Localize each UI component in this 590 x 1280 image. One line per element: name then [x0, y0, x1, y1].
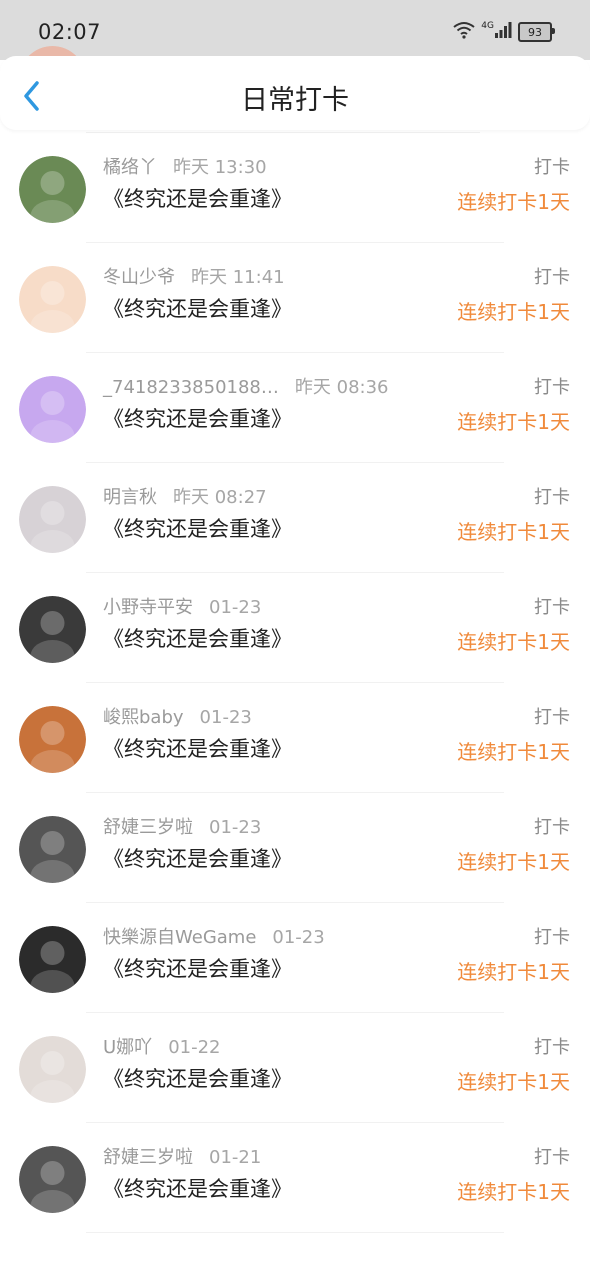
checkin-time: 昨天 08:36 [294, 377, 389, 398]
streak-text: 连续打卡1天 [457, 960, 570, 984]
book-title: 《终究还是会重逢》 [103, 737, 292, 761]
list-item[interactable]: 小野寺平安 01-23 《终究还是会重逢》 打卡 连续打卡1天 [0, 573, 590, 683]
user-meta: 舒婕三岁啦 01-23 [103, 813, 261, 839]
list-item[interactable]: 橘络丫 昨天 13:30 《终究还是会重逢》 打卡 连续打卡1天 [0, 133, 590, 243]
user-name[interactable]: 舒婕三岁啦 [103, 817, 193, 838]
list-item[interactable]: 明言秋 昨天 08:27 《终究还是会重逢》 打卡 连续打卡1天 [0, 463, 590, 573]
user-name[interactable]: 明言秋 [103, 487, 157, 508]
book-title: 《终究还是会重逢》 [103, 407, 292, 431]
streak-text: 连续打卡1天 [457, 410, 570, 434]
list-item[interactable]: 冬山少爷 昨天 11:41 《终究还是会重逢》 打卡 连续打卡1天 [0, 243, 590, 353]
checkin-time: 01-21 [209, 1147, 262, 1168]
avatar[interactable] [19, 816, 86, 883]
avatar[interactable] [19, 1146, 86, 1213]
checkin-label: 打卡 [534, 707, 570, 728]
user-meta: U娜吖 01-22 [103, 1033, 221, 1059]
book-title: 《终究还是会重逢》 [103, 627, 292, 651]
user-name[interactable]: 小野寺平安 [103, 597, 193, 618]
user-name[interactable]: 冬山少爷 [103, 267, 175, 288]
header: 日常打卡 [0, 56, 590, 130]
avatar[interactable] [19, 376, 86, 443]
user-meta: 明言秋 昨天 08:27 [103, 483, 267, 509]
checkin-time: 01-23 [209, 597, 262, 618]
book-title: 《终究还是会重逢》 [103, 847, 292, 871]
checkin-label: 打卡 [534, 157, 570, 178]
list-item[interactable]: 快樂源自WeGame 01-23 《终究还是会重逢》 打卡 连续打卡1天 [0, 903, 590, 1013]
user-name[interactable]: 橘络丫 [103, 157, 157, 178]
checkin-label: 打卡 [534, 817, 570, 838]
user-meta: _7418233850188… 昨天 08:36 [103, 373, 389, 399]
checkin-label: 打卡 [534, 597, 570, 618]
battery-level: 93 [528, 25, 542, 39]
streak-text: 连续打卡1天 [457, 520, 570, 544]
list-item[interactable]: 舒婕三岁啦 01-21 《终究还是会重逢》 打卡 连续打卡1天 [0, 1123, 590, 1233]
checkin-time: 01-23 [209, 817, 262, 838]
checkin-time: 01-23 [199, 707, 252, 728]
user-meta: 小野寺平安 01-23 [103, 593, 261, 619]
checkin-list: 《终究还是会重逢》 连续打卡1天 橘络丫昨天 13:30 《终究还是会重逢》 打… [0, 38, 590, 1233]
streak-text: 连续打卡1天 [457, 850, 570, 874]
streak-text: 连续打卡1天 [457, 1070, 570, 1094]
checkin-label: 打卡 [534, 927, 570, 948]
divider [86, 1232, 504, 1233]
user-meta: 峻熙baby 01-23 [103, 703, 252, 729]
network-label: 4G [481, 21, 494, 31]
avatar[interactable] [19, 266, 86, 333]
streak-text: 连续打卡1天 [457, 190, 570, 214]
user-name[interactable]: 快樂源自WeGame [103, 927, 256, 948]
page-title: 日常打卡 [241, 85, 349, 116]
checkin-time: 昨天 08:27 [173, 487, 267, 508]
checkin-label: 打卡 [534, 267, 570, 288]
list-item[interactable]: 舒婕三岁啦 01-23 《终究还是会重逢》 打卡 连续打卡1天 [0, 793, 590, 903]
checkin-time: 01-22 [168, 1037, 221, 1058]
user-meta: 舒婕三岁啦 01-21 [103, 1143, 261, 1169]
streak-text: 连续打卡1天 [457, 630, 570, 654]
avatar[interactable] [19, 486, 86, 553]
book-title: 《终究还是会重逢》 [103, 957, 292, 981]
checkin-time: 昨天 11:41 [191, 267, 285, 288]
user-name[interactable]: 峻熙baby [103, 707, 184, 728]
book-title: 《终究还是会重逢》 [103, 1067, 292, 1091]
checkin-label: 打卡 [534, 377, 570, 398]
list-item[interactable]: 峻熙baby 01-23 《终究还是会重逢》 打卡 连续打卡1天 [0, 683, 590, 793]
book-title: 《终究还是会重逢》 [103, 1177, 292, 1201]
checkin-label: 打卡 [534, 1037, 570, 1058]
user-name[interactable]: U娜吖 [103, 1037, 152, 1058]
checkin-time: 01-23 [272, 927, 325, 948]
avatar[interactable] [19, 596, 86, 663]
avatar[interactable] [19, 926, 86, 993]
avatar[interactable] [19, 1036, 86, 1103]
streak-text: 连续打卡1天 [457, 300, 570, 324]
checkin-label: 打卡 [534, 487, 570, 508]
user-meta: 快樂源自WeGame 01-23 [103, 923, 325, 949]
streak-text: 连续打卡1天 [457, 1180, 570, 1204]
user-meta: 冬山少爷 昨天 11:41 [103, 263, 285, 289]
user-name[interactable]: 舒婕三岁啦 [103, 1147, 193, 1168]
streak-text: 连续打卡1天 [457, 740, 570, 764]
avatar[interactable] [19, 156, 86, 223]
checkin-time: 昨天 13:30 [173, 157, 267, 178]
user-meta: 橘络丫 昨天 13:30 [103, 153, 267, 179]
list-item[interactable]: U娜吖 01-22 《终究还是会重逢》 打卡 连续打卡1天 [0, 1013, 590, 1123]
checkin-label: 打卡 [534, 1147, 570, 1168]
avatar[interactable] [19, 706, 86, 773]
book-title: 《终究还是会重逢》 [103, 187, 292, 211]
list-item[interactable]: _7418233850188… 昨天 08:36 《终究还是会重逢》 打卡 连续打… [0, 353, 590, 463]
book-title: 《终究还是会重逢》 [103, 297, 292, 321]
book-title: 《终究还是会重逢》 [103, 517, 292, 541]
user-name[interactable]: _7418233850188… [103, 377, 279, 398]
